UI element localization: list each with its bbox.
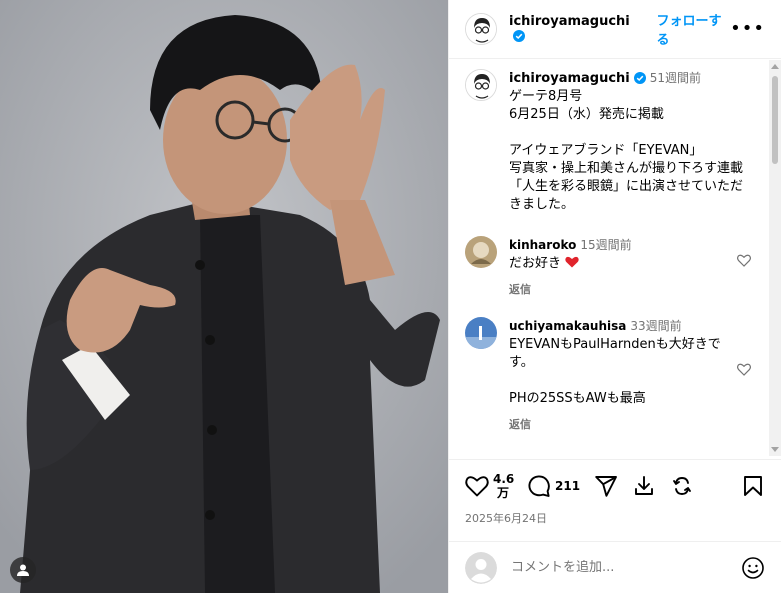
comment-time[interactable]: 33週間前 [630,319,681,333]
comments-count[interactable]: 211 [555,479,580,493]
comment-text-row: だお好き [509,255,729,273]
action-row: 4.6 万 211 [465,472,765,500]
scroll-up-arrow-icon[interactable] [771,64,779,69]
post-actions: 4.6 万 211 2025年6月24日 [449,459,781,541]
scroll-thumb[interactable] [772,76,778,164]
caption-avatar[interactable] [465,69,497,101]
current-user-avatar [465,551,497,584]
follow-button[interactable]: フォローする [656,10,730,48]
scroll-down-arrow-icon[interactable] [771,447,779,452]
download-icon [635,476,654,495]
bookmark-button[interactable] [741,474,765,498]
repost-button[interactable] [670,474,694,498]
avatar-illustration [466,70,496,100]
save-to-device-button[interactable] [632,474,656,498]
comment-item: kinharoko 15週間前 だお好き 返信 [465,236,765,299]
verified-badge-icon [633,72,646,84]
likes-count[interactable]: 4.6 万 [493,472,514,500]
like-comment-heart-icon[interactable] [737,254,751,267]
verified-badge-icon [513,30,525,42]
avatar-illustration [466,14,496,44]
caption-time[interactable]: 51週間前 [650,71,701,85]
post-date[interactable]: 2025年6月24日 [465,510,765,526]
avatar-photo [465,317,497,349]
like-button[interactable]: 4.6 万 [465,472,514,500]
comment-body: uchiyamakauhisa 33週間前 EYEVANもPaulHarndenも… [509,317,729,434]
comment-body: kinharoko 15週間前 だお好き 返信 [509,236,729,299]
comment-icon [528,475,550,497]
comment-text: だお好き [509,256,562,271]
default-avatar-icon [465,551,497,584]
comments-section[interactable]: ichiroyamaguchi 51週間前 ゲーテ8月号 6月25日（水）発売に… [449,59,781,459]
author-username[interactable]: ichiroyamaguchi [509,14,642,44]
likes-count-number[interactable]: 4.6 [493,472,514,486]
post-modal: ichiroyamaguchi フォローする ••• ichiroyamaguc… [0,0,781,593]
likes-count-unit[interactable]: 万 [493,486,513,500]
tag-user-button[interactable] [10,557,36,583]
post-image [0,0,448,593]
like-comment-heart-icon[interactable] [737,363,751,376]
caption: ichiroyamaguchi 51週間前 ゲーテ8月号 6月25日（水）発売に… [465,69,765,214]
post-side-panel: ichiroyamaguchi フォローする ••• ichiroyamaguc… [448,0,781,593]
comment-username[interactable]: uchiyamakauhisa [509,319,626,333]
commenter-avatar[interactable] [465,236,497,268]
author-avatar[interactable] [465,13,497,45]
bookmark-icon [744,476,762,496]
add-comment-bar [449,541,781,593]
repost-icon [673,477,692,495]
comment-time[interactable]: 15週間前 [580,238,631,252]
add-comment-input[interactable] [511,560,741,575]
post-photo[interactable] [0,0,448,593]
reply-button[interactable]: 返信 [509,281,729,299]
emoji-icon[interactable] [741,556,765,580]
comment-button[interactable]: 211 [527,474,580,498]
caption-text: ゲーテ8月号 6月25日（水）発売に掲載 アイウェアブランド「EYEVAN」 写… [509,89,744,212]
comment-item: uchiyamakauhisa 33週間前 EYEVANもPaulHarndenも… [465,317,765,434]
more-options-button[interactable]: ••• [730,20,765,38]
red-heart-emoji-icon [565,256,579,268]
share-button[interactable] [594,474,618,498]
comment-text: EYEVANもPaulHarndenも大好きです。 PHの25SSもAWも最高 [509,337,721,406]
commenter-avatar[interactable] [465,317,497,349]
tag-user-icon [17,564,29,576]
heart-icon [465,476,489,497]
reply-button[interactable]: 返信 [509,416,729,434]
caption-username[interactable]: ichiroyamaguchi [509,71,630,86]
comment-username[interactable]: kinharoko [509,238,576,252]
comments-scrollbar[interactable] [769,60,781,456]
share-icon [595,476,618,497]
avatar-photo [465,236,497,268]
caption-body: ichiroyamaguchi 51週間前 ゲーテ8月号 6月25日（水）発売に… [509,69,747,214]
post-header: ichiroyamaguchi フォローする ••• [449,0,781,59]
author-username-text[interactable]: ichiroyamaguchi [509,14,630,29]
